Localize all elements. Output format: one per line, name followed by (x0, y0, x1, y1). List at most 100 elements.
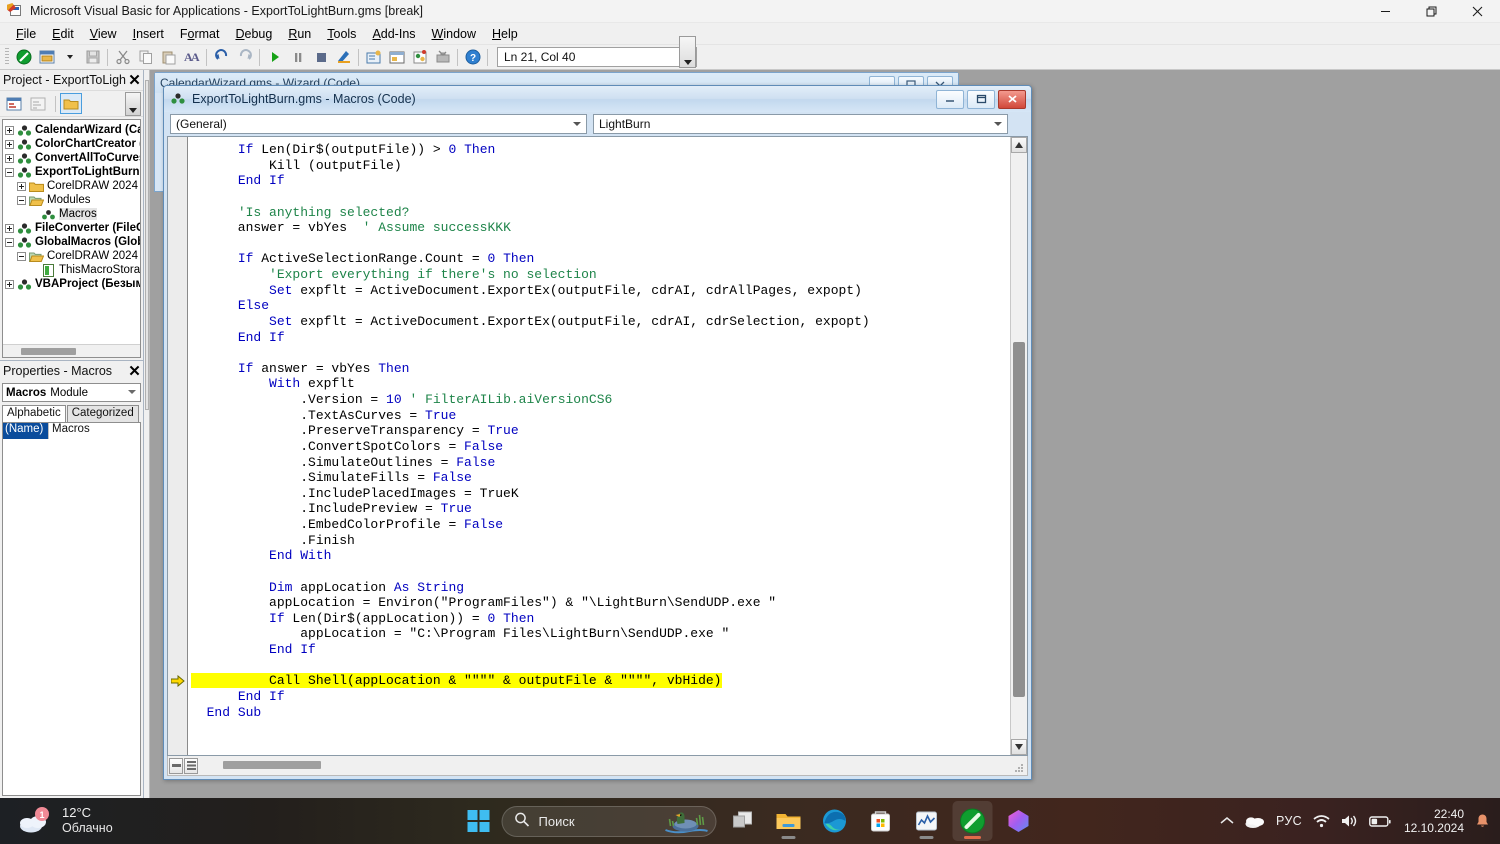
scroll-down-button[interactable] (1011, 739, 1027, 755)
insert-dropdown-caret[interactable] (58, 46, 81, 68)
code-window-minimize-button[interactable] (936, 90, 964, 109)
reset-icon[interactable] (309, 46, 332, 68)
property-row[interactable]: (Name) Macros (3, 423, 140, 439)
tree-item[interactable]: ExportToLightBurn (E (5, 165, 140, 179)
minimize-button[interactable] (1362, 0, 1408, 23)
menu-item-debug[interactable]: Debug (227, 25, 280, 43)
properties-panel-close-icon[interactable]: ✕ (126, 363, 143, 380)
tab-categorized[interactable]: Categorized (67, 405, 139, 422)
tree-collapse-icon[interactable] (5, 238, 14, 247)
windows-start-icon[interactable] (462, 804, 496, 838)
tree-expand-icon[interactable] (17, 182, 26, 191)
toolbox-icon[interactable] (431, 46, 454, 68)
close-button[interactable] (1454, 0, 1500, 23)
tab-alphabetic[interactable]: Alphabetic (2, 405, 66, 422)
microsoft-edge-icon[interactable] (815, 801, 855, 841)
tree-expand-icon[interactable] (5, 154, 14, 163)
menu-item-view[interactable]: View (82, 25, 125, 43)
menu-item-tools[interactable]: Tools (319, 25, 364, 43)
cut-icon[interactable] (111, 46, 134, 68)
chart-app-icon[interactable] (907, 801, 947, 841)
code-window-restore-button[interactable] (967, 90, 995, 109)
battery-icon[interactable] (1369, 815, 1391, 828)
tree-item[interactable]: CalendarWizard (Cale (5, 123, 140, 137)
project-toolbar-overflow[interactable] (125, 92, 141, 116)
tree-expand-icon[interactable] (5, 280, 14, 289)
tree-collapse-icon[interactable] (17, 196, 26, 205)
object-combo[interactable]: (General) (170, 114, 587, 134)
tree-item[interactable]: GlobalMacros (Global (5, 235, 140, 249)
toolbar-overflow-button[interactable] (679, 36, 696, 68)
break-icon[interactable] (286, 46, 309, 68)
restore-button[interactable] (1408, 0, 1454, 23)
toggle-folders-icon[interactable] (60, 93, 82, 114)
view-code-icon[interactable] (3, 93, 25, 114)
property-value[interactable]: Macros (48, 423, 140, 439)
tree-item[interactable]: Modules (5, 193, 140, 207)
help-icon[interactable]: ? (461, 46, 484, 68)
show-hidden-icons-chevron[interactable] (1220, 816, 1234, 826)
design-mode-icon[interactable] (332, 46, 355, 68)
language-indicator[interactable]: РУС (1276, 814, 1302, 828)
project-tree-hscrollbar[interactable] (3, 344, 140, 357)
procedure-combo[interactable]: LightBurn (593, 114, 1008, 134)
full-module-view-icon[interactable] (184, 758, 198, 774)
procedure-view-icon[interactable] (169, 758, 183, 774)
scroll-up-button[interactable] (1011, 137, 1027, 153)
menu-item-file[interactable]: File (8, 25, 44, 43)
onedrive-icon[interactable] (1245, 815, 1265, 828)
project-tree[interactable]: CalendarWizard (CaleColorChartCreator (C… (3, 120, 140, 344)
volume-icon[interactable] (1341, 814, 1358, 828)
undo-icon[interactable] (210, 46, 233, 68)
menu-item-run[interactable]: Run (280, 25, 319, 43)
menu-item-add-ins[interactable]: Add-Ins (364, 25, 423, 43)
paste-icon[interactable] (157, 46, 180, 68)
code-window-close-button[interactable] (998, 90, 1026, 109)
tree-item[interactable]: ColorChartCreator (C (5, 137, 140, 151)
menu-item-edit[interactable]: Edit (44, 25, 82, 43)
menu-item-insert[interactable]: Insert (125, 25, 172, 43)
tree-collapse-icon[interactable] (5, 168, 14, 177)
coreldraw-icon[interactable] (953, 801, 993, 841)
photo-paint-icon[interactable] (999, 801, 1039, 841)
code-margin-indicator-bar[interactable] (168, 137, 188, 755)
insert-userform-icon[interactable] (35, 46, 58, 68)
horizontal-scroll-thumb[interactable] (223, 761, 321, 769)
tree-item[interactable]: ThisMacroStorag (5, 263, 140, 277)
search-input[interactable]: Поиск (502, 806, 717, 837)
tree-item[interactable]: VBAProject (Безымя (5, 277, 140, 291)
microsoft-store-icon[interactable] (861, 801, 901, 841)
notification-bell-icon[interactable] (1475, 813, 1490, 829)
save-icon[interactable] (81, 46, 104, 68)
code-text-area[interactable]: If Len(Dir$(outputFile)) > 0 Then Kill (… (188, 137, 1010, 755)
menu-item-window[interactable]: Window (424, 25, 484, 43)
current-statement-line[interactable]: Call Shell(appLocation & """" & outputFi… (191, 673, 722, 688)
object-browser-icon[interactable] (408, 46, 431, 68)
view-object-icon[interactable] (27, 93, 49, 114)
project-panel-close-icon[interactable]: ✕ (126, 72, 143, 89)
run-icon[interactable] (263, 46, 286, 68)
properties-window-icon[interactable] (385, 46, 408, 68)
code-editor[interactable]: If Len(Dir$(outputFile)) > 0 Then Kill (… (167, 136, 1028, 756)
tree-expand-icon[interactable] (5, 140, 14, 149)
clock[interactable]: 22:40 12.10.2024 (1404, 807, 1464, 836)
tree-expand-icon[interactable] (5, 126, 14, 135)
find-icon[interactable]: AA (180, 46, 203, 68)
tree-item[interactable]: Macros (5, 207, 140, 221)
copy-icon[interactable] (134, 46, 157, 68)
tree-item[interactable]: FileConverter (FileCo (5, 221, 140, 235)
redo-icon[interactable] (233, 46, 256, 68)
menu-item-format[interactable]: Format (172, 25, 228, 43)
tree-item[interactable]: ConvertAllToCurves (5, 151, 140, 165)
tree-item[interactable]: CorelDRAW 2024 Ob (5, 179, 140, 193)
file-explorer-icon[interactable] (769, 801, 809, 841)
view-corel-icon[interactable] (12, 46, 35, 68)
code-vertical-scrollbar[interactable] (1010, 137, 1027, 755)
task-view-icon[interactable] (723, 801, 763, 841)
menu-item-help[interactable]: Help (484, 25, 526, 43)
resize-grip[interactable] (1014, 763, 1024, 773)
code-text[interactable]: If Len(Dir$(outputFile)) > 0 Then Kill (… (188, 137, 1010, 720)
project-explorer-icon[interactable] (362, 46, 385, 68)
tree-collapse-icon[interactable] (17, 252, 26, 261)
vertical-scroll-thumb[interactable] (1013, 342, 1025, 697)
